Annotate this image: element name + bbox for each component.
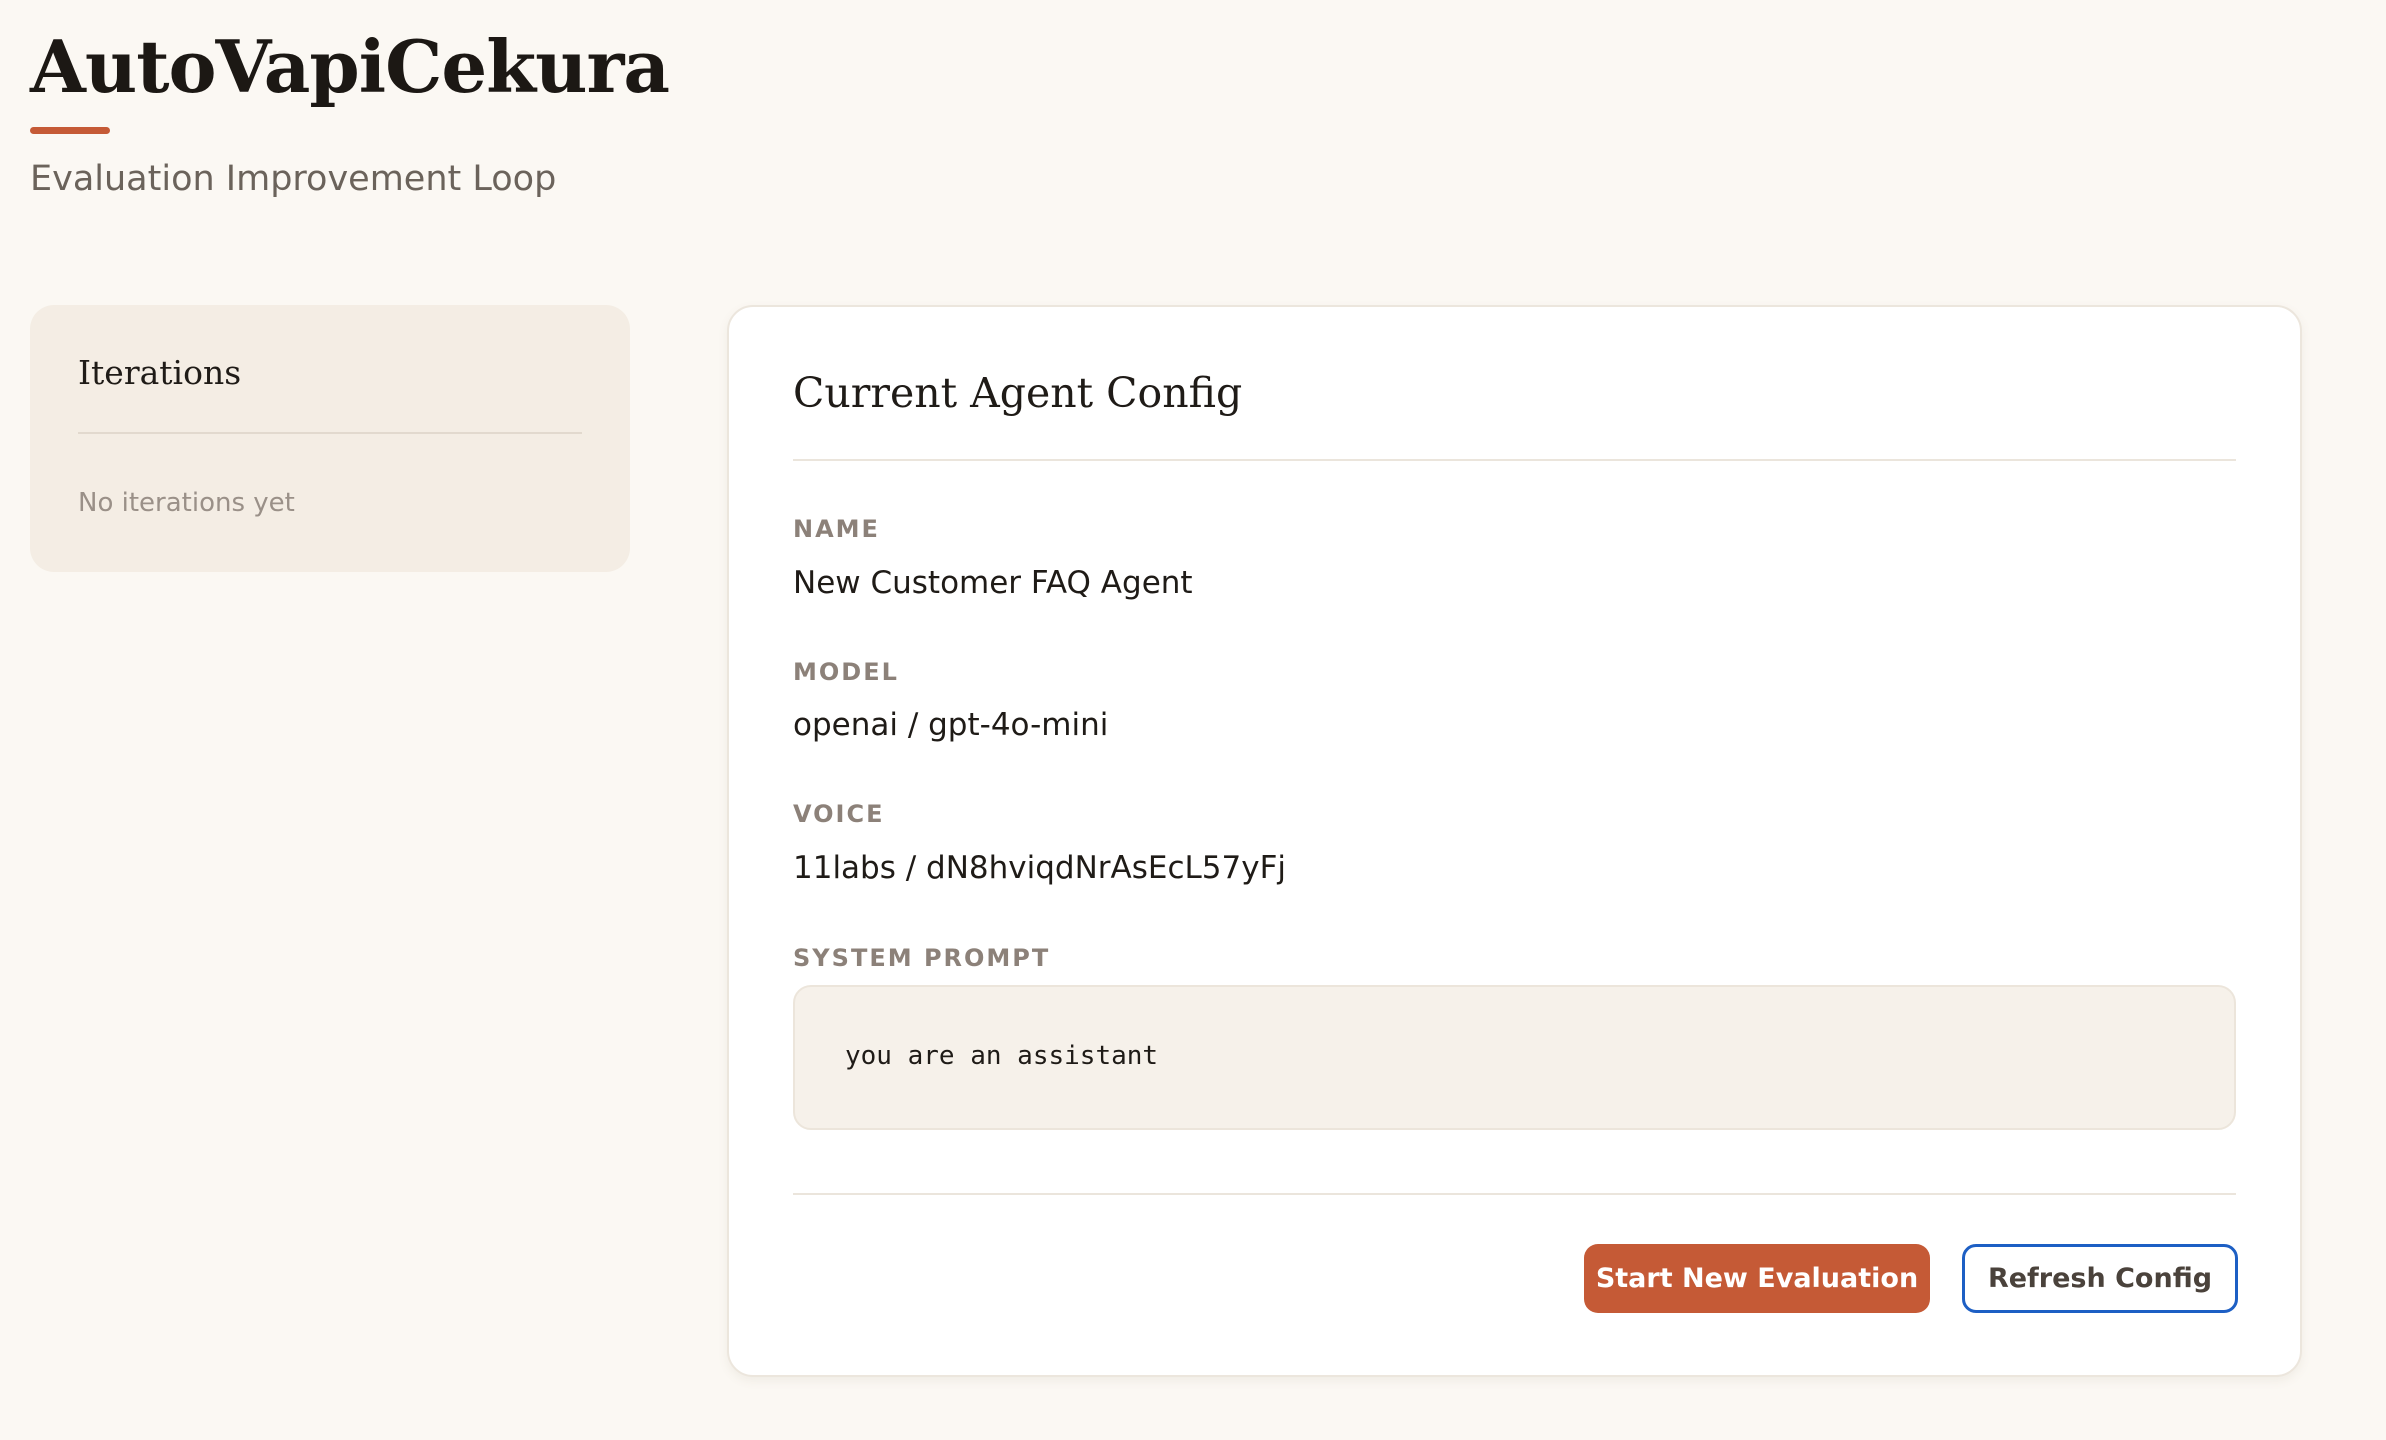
actions-divider <box>793 1193 2236 1195</box>
model-value: openai / gpt-4o-mini <box>793 707 1109 743</box>
system-prompt-text: you are an assistant <box>845 1041 1159 1071</box>
name-value: New Customer FAQ Agent <box>793 565 1193 601</box>
start-new-evaluation-button[interactable]: Start New Evaluation <box>1584 1244 1930 1313</box>
app-subtitle: Evaluation Improvement Loop <box>30 159 557 199</box>
iterations-divider <box>78 432 582 434</box>
iterations-title: Iterations <box>78 353 242 392</box>
system-prompt-label: SYSTEM PROMPT <box>793 944 1051 972</box>
title-accent-underline <box>30 127 110 134</box>
app-title: AutoVapiCekura <box>30 24 670 109</box>
config-card-title: Current Agent Config <box>793 369 1243 417</box>
iterations-empty-state: No iterations yet <box>78 488 295 518</box>
model-label: MODEL <box>793 658 899 686</box>
iterations-panel: Iterations No iterations yet <box>30 305 630 572</box>
config-title-divider <box>793 459 2236 461</box>
agent-config-card: Current Agent Config NAME New Customer F… <box>727 305 2302 1377</box>
voice-label: VOICE <box>793 800 885 828</box>
voice-value: 11labs / dN8hviqdNrAsEcL57yFj <box>793 850 1287 886</box>
refresh-config-button[interactable]: Refresh Config <box>1962 1244 2238 1313</box>
system-prompt-box: you are an assistant <box>793 985 2236 1130</box>
name-label: NAME <box>793 515 880 543</box>
